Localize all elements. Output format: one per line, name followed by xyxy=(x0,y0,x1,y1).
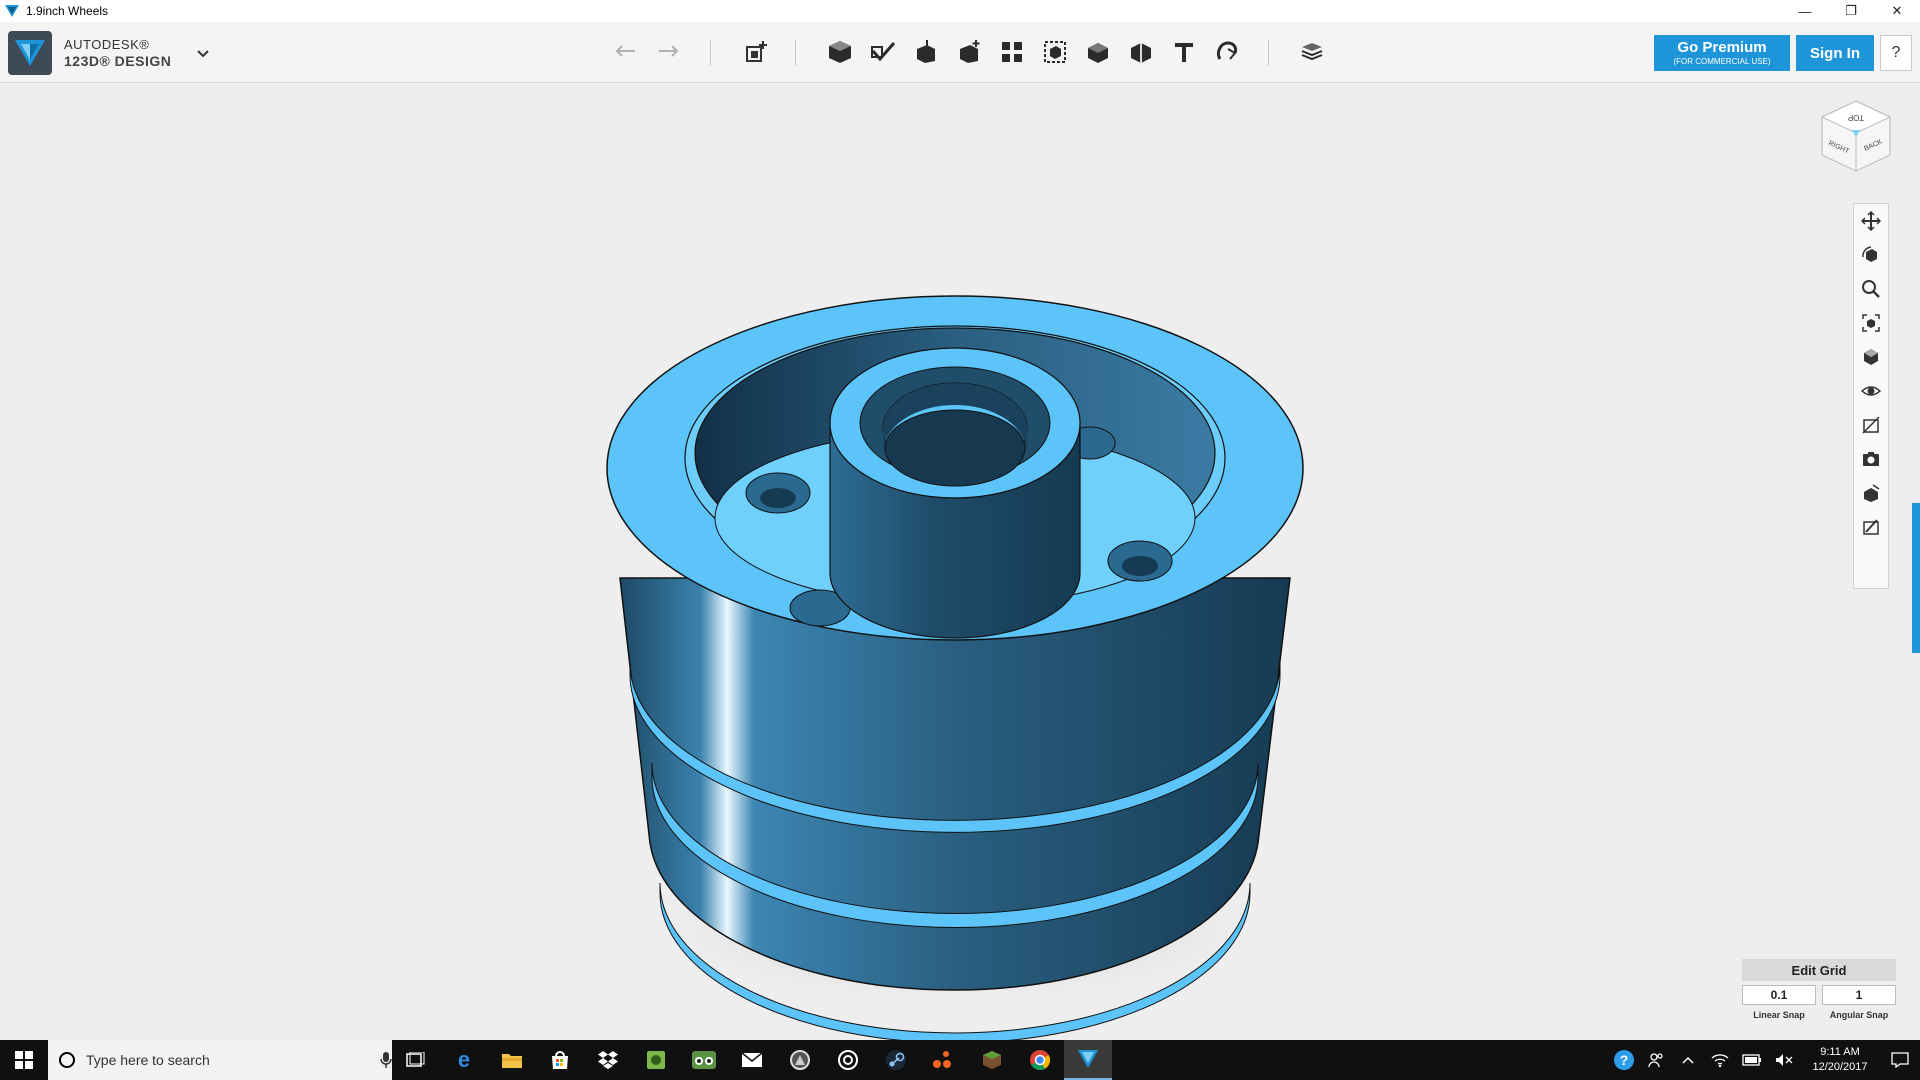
close-button[interactable]: ✕ xyxy=(1874,0,1920,22)
title-bar: 1.9inch Wheels — ❐ ✕ xyxy=(0,0,1920,22)
3d-viewport[interactable]: TOP RIGHT BACK Edit Grid 0.1 Linear Snap… xyxy=(0,83,1920,1044)
visibility-icon[interactable] xyxy=(1854,374,1888,408)
microphone-icon[interactable] xyxy=(380,1052,392,1068)
materials-outlines-icon[interactable] xyxy=(1854,408,1888,442)
search-placeholder: Type here to search xyxy=(86,1052,210,1068)
go-premium-sublabel: (FOR COMMERCIAL USE) xyxy=(1673,57,1771,66)
snap-icon[interactable] xyxy=(1211,36,1243,68)
undo-icon[interactable] xyxy=(610,36,642,68)
angular-snap-input[interactable] xyxy=(1822,985,1896,1005)
file-explorer-icon[interactable] xyxy=(488,1040,536,1080)
navigation-bar xyxy=(1853,203,1889,589)
edit-grid-panel: Edit Grid Linear Snap Angular Snap xyxy=(1742,959,1896,1020)
grouping-icon[interactable] xyxy=(1039,36,1071,68)
minecraft-icon[interactable] xyxy=(968,1040,1016,1080)
steam-icon[interactable] xyxy=(872,1040,920,1080)
brand-line1: AUTODESK® xyxy=(64,37,150,52)
toolbar-separator xyxy=(710,40,711,66)
edge-icon[interactable]: e xyxy=(440,1040,488,1080)
fit-icon[interactable] xyxy=(1854,306,1888,340)
wheel-model[interactable] xyxy=(590,243,1310,1063)
grid-toggle-icon[interactable] xyxy=(1854,476,1888,510)
go-premium-label: Go Premium xyxy=(1677,39,1767,56)
logo-icon xyxy=(8,31,52,75)
toolbar-separator xyxy=(1268,40,1269,66)
svg-text:?: ? xyxy=(1620,1052,1629,1068)
view-cube[interactable]: TOP RIGHT BACK xyxy=(1816,97,1896,189)
123d-design-taskbar-icon[interactable] xyxy=(1064,1040,1112,1080)
app-menu-logo[interactable]: AUTODESK® 123D® DESIGN xyxy=(8,31,171,75)
app-logo-icon xyxy=(4,3,20,19)
material-icon[interactable] xyxy=(1296,36,1328,68)
transform-icon[interactable] xyxy=(740,36,772,68)
help-tray-icon[interactable]: ? xyxy=(1608,1040,1640,1080)
svg-text:e: e xyxy=(458,1049,470,1071)
restore-button[interactable]: ❐ xyxy=(1828,0,1874,22)
linear-snap-label: Linear Snap xyxy=(1753,1010,1805,1020)
clock-date: 12/20/2017 xyxy=(1812,1061,1868,1073)
redo-icon[interactable] xyxy=(652,36,684,68)
cortana-icon xyxy=(59,1052,75,1068)
origin-dots-icon[interactable] xyxy=(920,1040,968,1080)
toolbar-separator xyxy=(795,40,796,66)
snap-toggle-icon[interactable] xyxy=(1854,510,1888,544)
pan-icon[interactable] xyxy=(1854,204,1888,238)
battery-icon[interactable] xyxy=(1736,1040,1768,1080)
edit-grid-button[interactable]: Edit Grid xyxy=(1742,959,1896,981)
zoom-icon[interactable] xyxy=(1854,272,1888,306)
help-button[interactable]: ? xyxy=(1880,35,1912,71)
text-icon[interactable] xyxy=(1168,36,1200,68)
viewcube-top-label[interactable]: TOP xyxy=(1848,113,1864,122)
app-menu-chevron-icon[interactable] xyxy=(196,46,210,62)
chrome-icon[interactable] xyxy=(1016,1040,1064,1080)
action-center-icon[interactable] xyxy=(1880,1040,1920,1080)
show-hidden-icons-icon[interactable] xyxy=(1672,1040,1704,1080)
photo-app-icon[interactable] xyxy=(632,1040,680,1080)
views-icon[interactable] xyxy=(1854,340,1888,374)
construct-icon[interactable] xyxy=(910,36,942,68)
people-icon[interactable] xyxy=(1640,1040,1672,1080)
store-icon[interactable] xyxy=(536,1040,584,1080)
orbit-icon[interactable] xyxy=(1854,238,1888,272)
primitives-icon[interactable] xyxy=(824,36,856,68)
windows-icon xyxy=(15,1051,33,1069)
taskbar-search[interactable]: Type here to search xyxy=(48,1040,392,1080)
compass-app-icon[interactable] xyxy=(776,1040,824,1080)
modify-icon[interactable] xyxy=(953,36,985,68)
brand-line2: 123D® DESIGN xyxy=(64,53,172,69)
side-panel-tab[interactable] xyxy=(1912,503,1920,653)
clock-time: 9:11 AM xyxy=(1820,1046,1860,1058)
combine-icon[interactable] xyxy=(1082,36,1114,68)
volume-muted-icon[interactable] xyxy=(1768,1040,1800,1080)
main-toolbar: AUTODESK® 123D® DESIGN Go Premium (FOR C… xyxy=(0,22,1920,83)
linear-snap-input[interactable] xyxy=(1742,985,1816,1005)
tripadvisor-icon[interactable] xyxy=(680,1040,728,1080)
target-app-icon[interactable] xyxy=(824,1040,872,1080)
go-premium-button[interactable]: Go Premium (FOR COMMERCIAL USE) xyxy=(1654,35,1790,71)
screenshot-icon[interactable] xyxy=(1854,442,1888,476)
sign-in-button[interactable]: Sign In xyxy=(1796,35,1874,71)
angular-snap-label: Angular Snap xyxy=(1829,1010,1889,1020)
minimize-button[interactable]: — xyxy=(1782,0,1828,22)
system-tray: ? 9:11 AM 12/20/2017 xyxy=(1608,1040,1920,1080)
task-view-icon[interactable] xyxy=(392,1040,440,1080)
taskbar-clock[interactable]: 9:11 AM 12/20/2017 xyxy=(1800,1045,1880,1075)
measure-icon[interactable] xyxy=(1125,36,1157,68)
window-title: 1.9inch Wheels xyxy=(26,4,109,18)
pattern-icon[interactable] xyxy=(996,36,1028,68)
dropbox-icon[interactable] xyxy=(584,1040,632,1080)
taskbar: Type here to search e ? 9:11 AM 12/20/20… xyxy=(0,1040,1920,1080)
wifi-icon[interactable] xyxy=(1704,1040,1736,1080)
sketch-icon[interactable] xyxy=(867,36,899,68)
mail-icon[interactable] xyxy=(728,1040,776,1080)
start-button[interactable] xyxy=(0,1040,48,1080)
